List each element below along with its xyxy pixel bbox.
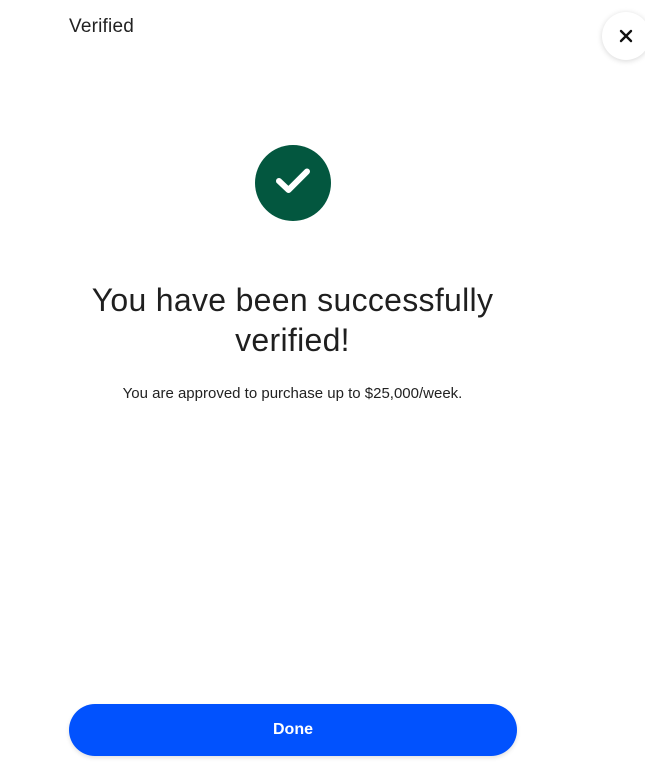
approval-message: You are approved to purchase up to $25,0… [122, 385, 463, 402]
close-button[interactable] [602, 12, 645, 60]
checkmark-icon [275, 167, 311, 200]
success-heading: You have been successfully verified! [91, 282, 494, 358]
done-button[interactable]: Done [69, 704, 517, 756]
success-badge [255, 145, 331, 221]
close-icon [619, 29, 633, 43]
page-title: Verified [69, 16, 134, 37]
